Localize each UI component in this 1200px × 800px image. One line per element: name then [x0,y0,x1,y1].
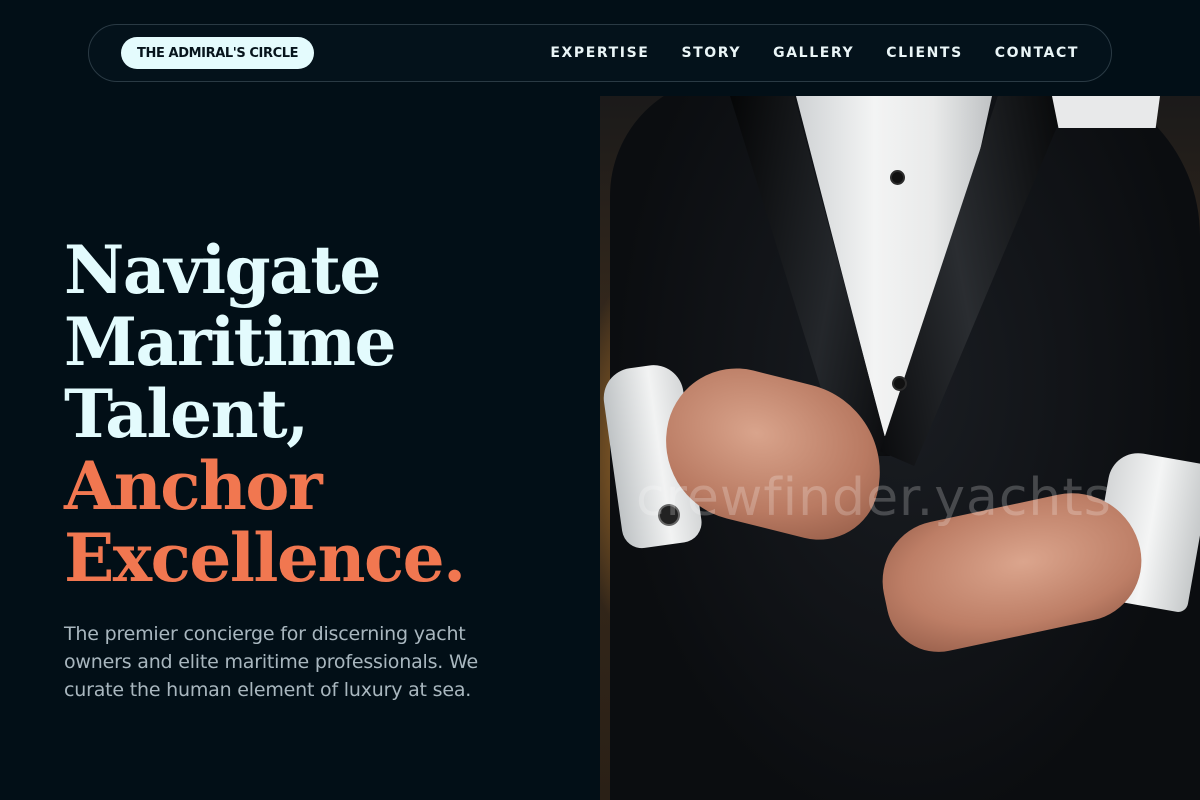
headline-accent-line-2: Excellence. [64,519,466,597]
headline-line-3: Talent, [64,375,309,453]
nav-link-contact[interactable]: CONTACT [995,45,1079,61]
hero-subheading: The premier concierge for discerning yac… [64,623,478,701]
top-navigation: THE ADMIRAL'S CIRCLE EXPERTISE STORY GAL… [88,24,1112,82]
nav-link-expertise[interactable]: EXPERTISE [550,45,649,61]
brand-logo-button[interactable]: THE ADMIRAL'S CIRCLE [121,37,315,69]
headline-accent-line-1: Anchor [64,447,323,525]
nav-links: EXPERTISE STORY GALLERY CLIENTS CONTACT [550,45,1079,61]
nav-link-clients[interactable]: CLIENTS [886,45,963,61]
cufflink-icon [660,506,678,524]
nav-link-story[interactable]: STORY [681,45,741,61]
hero-headline: Navigate Maritime Talent, Anchor Excelle… [64,234,584,594]
headline-line-2: Maritime [64,303,397,381]
nav-link-gallery[interactable]: GALLERY [773,45,854,61]
hero-text-section: Navigate Maritime Talent, Anchor Excelle… [64,234,584,704]
hero-tuxedo-photo: crewfinder.yachts [600,96,1200,800]
shirt-stud-top [892,172,903,183]
headline-line-1: Navigate [64,231,381,309]
shirt-stud-bottom [894,378,905,389]
pocket-square-shape [1052,96,1160,128]
